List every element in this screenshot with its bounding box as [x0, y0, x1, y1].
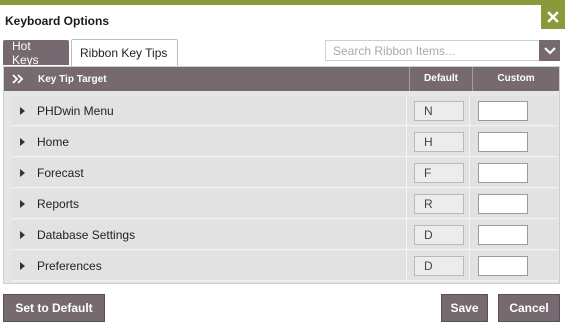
row-target: Preferences: [37, 259, 102, 273]
column-header-custom: Custom: [472, 67, 559, 91]
table-row[interactable]: Forecast F: [12, 158, 558, 188]
expand-arrow-icon[interactable]: [20, 169, 25, 177]
expand-arrow-icon[interactable]: [20, 200, 25, 208]
table-row[interactable]: PHDwin Menu N: [12, 96, 558, 126]
expand-arrow-icon[interactable]: [20, 231, 25, 239]
table-row[interactable]: Database Settings D: [12, 220, 558, 250]
close-icon: [547, 11, 559, 23]
default-key-field: N: [414, 101, 464, 121]
tab-hot-keys[interactable]: Hot Keys: [3, 39, 69, 67]
save-button[interactable]: Save: [441, 294, 488, 322]
expand-arrow-icon[interactable]: [20, 262, 25, 270]
dialog-title: Keyboard Options: [5, 14, 110, 28]
custom-key-field[interactable]: [478, 132, 528, 152]
table-row[interactable]: Reports R: [12, 189, 558, 219]
default-key-field: F: [414, 163, 464, 183]
table-row[interactable]: Home H: [12, 127, 558, 157]
dialog-accent-bar: [0, 0, 565, 5]
expand-arrow-icon[interactable]: [20, 138, 25, 146]
column-header-target: Key Tip Target: [38, 74, 107, 85]
expand-arrow-icon[interactable]: [20, 107, 25, 115]
tab-ribbon-key-tips[interactable]: Ribbon Key Tips: [71, 39, 178, 66]
key-tips-table: Key Tip Target Default Custom PHDwin Men…: [3, 66, 560, 284]
search-box: [325, 40, 560, 61]
custom-key-field[interactable]: [478, 194, 528, 214]
double-chevron-right-icon: [12, 74, 24, 84]
default-key-field: D: [414, 256, 464, 276]
row-target: Reports: [37, 197, 80, 211]
table-row[interactable]: Preferences D: [12, 251, 558, 281]
expand-all-button[interactable]: [11, 72, 25, 86]
row-target: Home: [37, 135, 70, 149]
default-key-field: H: [414, 132, 464, 152]
table-header: Key Tip Target Default Custom: [4, 67, 559, 91]
close-button[interactable]: [541, 5, 565, 29]
row-target: Database Settings: [37, 228, 136, 242]
search-input[interactable]: [326, 41, 540, 60]
custom-key-field[interactable]: [478, 225, 528, 245]
custom-key-field[interactable]: [478, 256, 528, 276]
chevron-down-icon: [543, 46, 556, 55]
default-key-field: D: [414, 225, 464, 245]
set-to-default-button[interactable]: Set to Default: [3, 294, 105, 322]
row-target: Forecast: [37, 166, 84, 180]
row-target: PHDwin Menu: [37, 104, 114, 118]
default-key-field: R: [414, 194, 464, 214]
column-header-default: Default: [409, 67, 472, 91]
custom-key-field[interactable]: [478, 101, 528, 121]
cancel-button[interactable]: Cancel: [498, 294, 560, 322]
search-dropdown-button[interactable]: [539, 40, 560, 61]
custom-key-field[interactable]: [478, 163, 528, 183]
